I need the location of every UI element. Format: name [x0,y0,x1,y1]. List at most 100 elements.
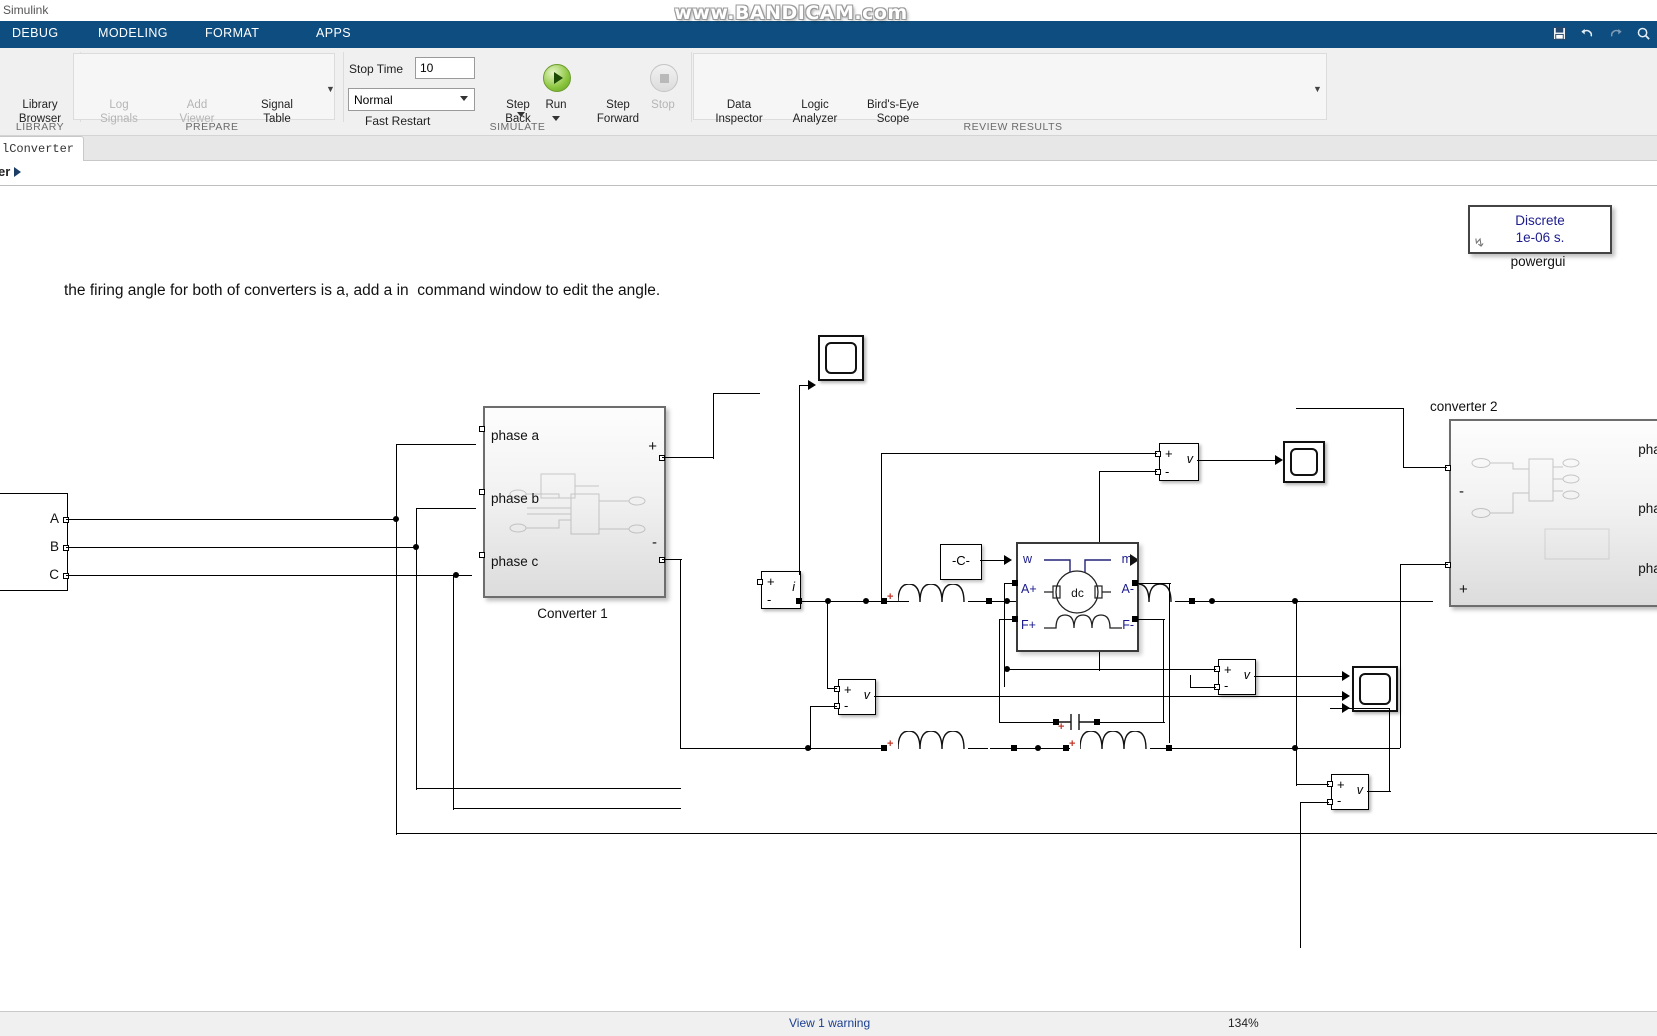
capacitor-port-in[interactable] [1053,719,1059,725]
wire-c2-minus [1403,467,1447,469]
wire-dcm-fplus-down [999,619,1001,723]
model-tab[interactable]: lConverter [0,136,85,162]
simulation-mode-value: Normal [354,93,393,107]
voltage-measurement-top[interactable]: + - v [1159,443,1199,481]
wire-vm-ml-plus-up [827,601,829,689]
wire-vm-mr-out [1254,676,1346,678]
converter1-caption: Converter 1 [537,606,608,621]
breadcrumb-label[interactable]: er [0,164,10,179]
wire-c [66,575,472,577]
voltage-measurement-mid-left[interactable]: + - v [838,679,876,715]
voltage-measurement-lower-right[interactable]: + - v [1331,774,1369,810]
step-back-caret[interactable] [517,112,525,117]
chevron-right-icon[interactable] [14,167,21,177]
model-tab-bar: lConverter [0,136,1657,162]
three-phase-source-block[interactable]: A B C [0,493,68,591]
tab-format[interactable]: FORMAT [205,26,259,40]
current-measurement-block[interactable]: + - i [761,571,801,609]
status-warning-link[interactable]: View 1 warning [789,1016,870,1030]
undo-icon[interactable] [1578,24,1597,43]
tab-apps[interactable]: APPS [316,26,351,40]
cm-minus-label: - [767,592,772,607]
wire-dcm-fplus [999,619,1013,621]
arrow-cm-scope [808,380,816,390]
powergui-block[interactable]: Discrete 1e-06 s. ↯ [1468,205,1612,254]
wire-bottom-rail-d [1170,748,1400,750]
simulation-mode-select[interactable]: Normal [348,88,475,111]
wire-a-top [396,444,476,446]
wire-vm-mr-plus [1006,669,1216,671]
status-zoom-level[interactable]: 134% [1228,1016,1259,1030]
search-icon[interactable] [1634,24,1653,43]
stop-time-input[interactable] [415,57,475,79]
arrow-const-dcm [1004,555,1012,565]
wire-rail-top-c [1193,601,1433,603]
converter1-port-phase-a[interactable] [479,426,485,432]
source-port-b-label: B [49,539,59,554]
ribbon-group-simulate: Stop Time Normal Fast Restart Step Back … [345,48,690,135]
wire-vm-ml-plus [827,688,837,690]
wire-vm-top-plus-down [881,453,883,601]
converter1-mask-icon [509,473,646,535]
arrow-vm-ml-scope [1342,691,1350,701]
converter1-port-phase-b[interactable] [479,489,485,495]
arrow-vm-top-scope [1275,455,1283,465]
run-button[interactable] [543,64,571,92]
cm-symbol-label: i [792,580,795,594]
wire-c2-plus [1400,564,1448,566]
cm-plus-label: + [767,574,775,589]
constant-block[interactable]: -C- [940,544,982,580]
voltage-measurement-mid-right[interactable]: + - v [1218,659,1256,695]
converter1-port-phase-c[interactable] [479,552,485,558]
tab-debug[interactable]: DEBUG [12,26,58,40]
wire-a-riser [396,444,398,520]
bottom-node-3 [1292,745,1298,751]
dc-machine-block[interactable]: w A+ F+ m A- F- dc [1016,542,1139,652]
converter1-block[interactable]: phase a phase b phase c + - [483,406,666,598]
wire-bottom-rail-c [990,748,1070,750]
rail-node-2 [863,598,869,604]
ribbon-group-library: Library Browser LIBRARY [0,48,80,135]
arrow-vm-lr-scope [1342,703,1350,713]
wire-vm-mr-minus-up [1190,675,1192,687]
vm-lr-minus: - [1337,793,1342,808]
ribbon-group-prepare: Log Signals Add Viewer Signal Table ▼ PR… [73,48,342,135]
stop-time-label: Stop Time [349,62,404,76]
scope-block-2[interactable] [1283,441,1325,483]
scope-block-3[interactable] [1352,666,1398,712]
redo-icon [1606,24,1625,43]
wire-dcm-fminus-down [1163,619,1165,723]
cm-port-plus[interactable] [757,579,763,585]
converter2-caption: converter 2 [1430,399,1498,414]
scope-block-1[interactable] [818,335,864,381]
prepare-expand-caret[interactable]: ▼ [326,84,335,94]
wire-b [66,547,416,549]
wire-c2-minus-up [1403,408,1405,468]
review-expand-caret[interactable]: ▼ [1313,84,1322,94]
wire-vm-lr-minus-down [1300,802,1302,948]
vm-ml-symbol: v [863,688,870,702]
converter2-block[interactable]: - + phase phase phase [1449,419,1657,607]
wire-dcm-aminus [1135,583,1171,585]
wire-c1-plus [662,457,714,459]
vm-top-symbol: v [1186,452,1193,466]
bottom-node-2 [1035,745,1041,751]
wire-vm-lr-out [1367,791,1391,793]
model-canvas[interactable]: the firing angle for both of converters … [0,188,1657,965]
capacitor-port-out[interactable] [1094,719,1100,725]
tab-modeling[interactable]: MODELING [98,26,168,40]
quick-access-toolbar [1550,24,1653,43]
breadcrumb: er [0,161,1657,186]
wire-ind3-out [968,748,988,750]
arrow-vm-mr-scope [1342,671,1350,681]
powergui-line2: 1e-06 s. [1515,230,1565,245]
wire-dcm-fminus [1135,619,1165,621]
library-group-label: LIBRARY [15,121,65,133]
vm-ml-minus: - [844,698,849,713]
vm-ml-plus: + [844,682,852,697]
inductor3-plus-marker: + [887,738,894,750]
wire-ind1-out [968,601,988,603]
wire-dcm-fplus-bottom [999,722,1057,724]
vm-mr-minus: - [1224,678,1229,693]
save-icon[interactable] [1550,24,1569,43]
